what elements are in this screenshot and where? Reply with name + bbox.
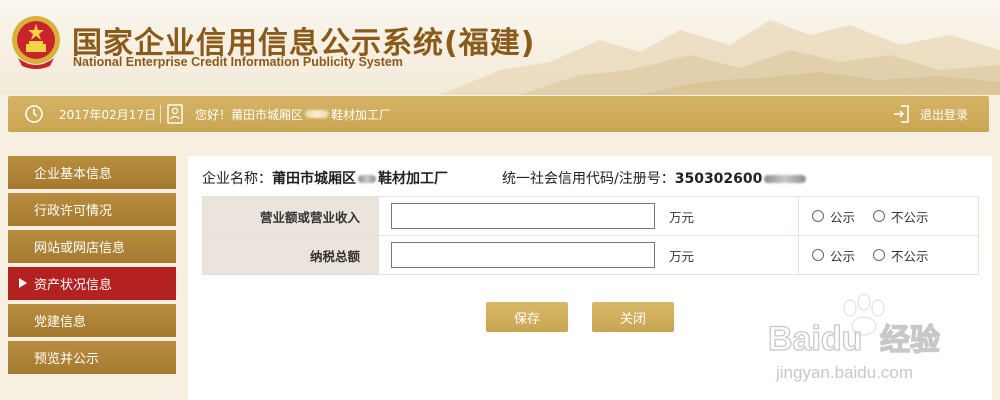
baidu-jingyan-watermark: Baidu 经验 jingyan.baidu.com xyxy=(767,293,941,382)
tax-input-cell: 万元 xyxy=(378,235,799,275)
logout-link[interactable]: 退出登录 xyxy=(892,96,968,132)
tax-total-label: 纳税总额 xyxy=(202,235,379,275)
sidebar-item-label: 资产状况信息 xyxy=(34,278,113,293)
save-button[interactable]: 保存 xyxy=(486,302,568,332)
company-info-line: 企业名称：莆田市城厢区 鞋材加工厂 统一社会信用代码/注册号：350302600 xyxy=(202,168,808,188)
table-row: 纳税总额 万元 公示 不公示 xyxy=(202,235,979,275)
clock-icon xyxy=(25,105,43,123)
sidebar-item-party-building[interactable]: 党建信息 xyxy=(8,304,176,337)
current-date: 2017年02月17日 xyxy=(59,107,157,122)
sidebar-item-label: 企业基本信息 xyxy=(34,167,113,182)
user-badge-icon xyxy=(167,104,183,124)
logout-icon xyxy=(894,105,909,123)
revenue-input-cell: 万元 xyxy=(378,196,799,236)
private-radio[interactable] xyxy=(873,249,885,261)
public-radio[interactable] xyxy=(812,210,824,222)
active-arrow-icon xyxy=(19,278,27,288)
logout-label: 退出登录 xyxy=(920,107,969,122)
revenue-visibility-options: 公示 不公示 xyxy=(798,196,979,236)
revenue-input[interactable] xyxy=(391,203,655,229)
unit-label: 万元 xyxy=(668,248,694,264)
sidebar-item-label: 网站或网店信息 xyxy=(34,241,126,256)
national-emblem-icon xyxy=(12,16,60,69)
sidebar-nav: 企业基本信息 行政许可情况 网站或网店信息 资产状况信息 党建信息 预览并公示 xyxy=(8,156,176,378)
close-button[interactable]: 关闭 xyxy=(592,302,674,332)
divider xyxy=(160,105,161,123)
sidebar-item-admin-license[interactable]: 行政许可情况 xyxy=(8,193,176,226)
tax-visibility-options: 公示 不公示 xyxy=(798,235,979,275)
site-header: 国家企业信用信息公示系统(福建) National Enterprise Cre… xyxy=(0,0,1000,95)
user-greeting: 您好！莆田市城厢区 鞋材加工厂 xyxy=(167,96,391,132)
company-name-suffix: 鞋材加工厂 xyxy=(378,171,448,187)
private-radio-label: 不公示 xyxy=(891,248,929,264)
private-radio-label: 不公示 xyxy=(891,209,929,225)
unit-label: 万元 xyxy=(668,209,694,225)
table-row: 营业额或营业收入 万元 公示 不公示 xyxy=(202,196,979,236)
redacted-text xyxy=(358,175,376,183)
asset-form-table: 营业额或营业收入 万元 公示 不公示 纳税总额 万元 公示 不公示 xyxy=(202,196,979,275)
sidebar-item-preview-publish[interactable]: 预览并公示 xyxy=(8,341,176,374)
company-name-label: 企业名称： xyxy=(202,171,272,187)
public-radio-label: 公示 xyxy=(830,209,856,225)
revenue-label: 营业额或营业收入 xyxy=(202,196,379,236)
tax-total-input[interactable] xyxy=(391,242,655,268)
private-radio[interactable] xyxy=(873,210,885,222)
date-display: 2017年02月17日 xyxy=(24,96,156,132)
sidebar-item-label: 行政许可情况 xyxy=(34,204,113,219)
greeting-prefix: 您好！莆田市城厢区 xyxy=(195,107,304,122)
public-radio[interactable] xyxy=(812,249,824,261)
redacted-text xyxy=(764,175,807,183)
redacted-text xyxy=(305,110,330,118)
sidebar-item-label: 预览并公示 xyxy=(34,352,100,367)
company-name-prefix: 莆田市城厢区 xyxy=(272,171,356,187)
public-radio-label: 公示 xyxy=(830,248,856,264)
watermark-url: jingyan.baidu.com xyxy=(775,363,913,382)
credit-code-label: 统一社会信用代码/注册号： xyxy=(502,171,675,187)
sidebar-item-label: 党建信息 xyxy=(34,315,87,330)
greeting-suffix: 鞋材加工厂 xyxy=(331,107,392,122)
credit-code-value: 350302600 xyxy=(674,171,763,187)
user-status-bar: 2017年02月17日 您好！莆田市城厢区 鞋材加工厂 退出登录 xyxy=(8,96,989,132)
sidebar-item-asset-status[interactable]: 资产状况信息 xyxy=(8,267,176,300)
watermark-brand-cn: 经验 xyxy=(880,323,940,358)
sidebar-item-website-info[interactable]: 网站或网店信息 xyxy=(8,230,176,263)
watermark-brand: Baidu xyxy=(768,320,862,358)
sidebar-item-basic-info[interactable]: 企业基本信息 xyxy=(8,156,176,189)
site-title-english: National Enterprise Credit Information P… xyxy=(73,55,403,69)
